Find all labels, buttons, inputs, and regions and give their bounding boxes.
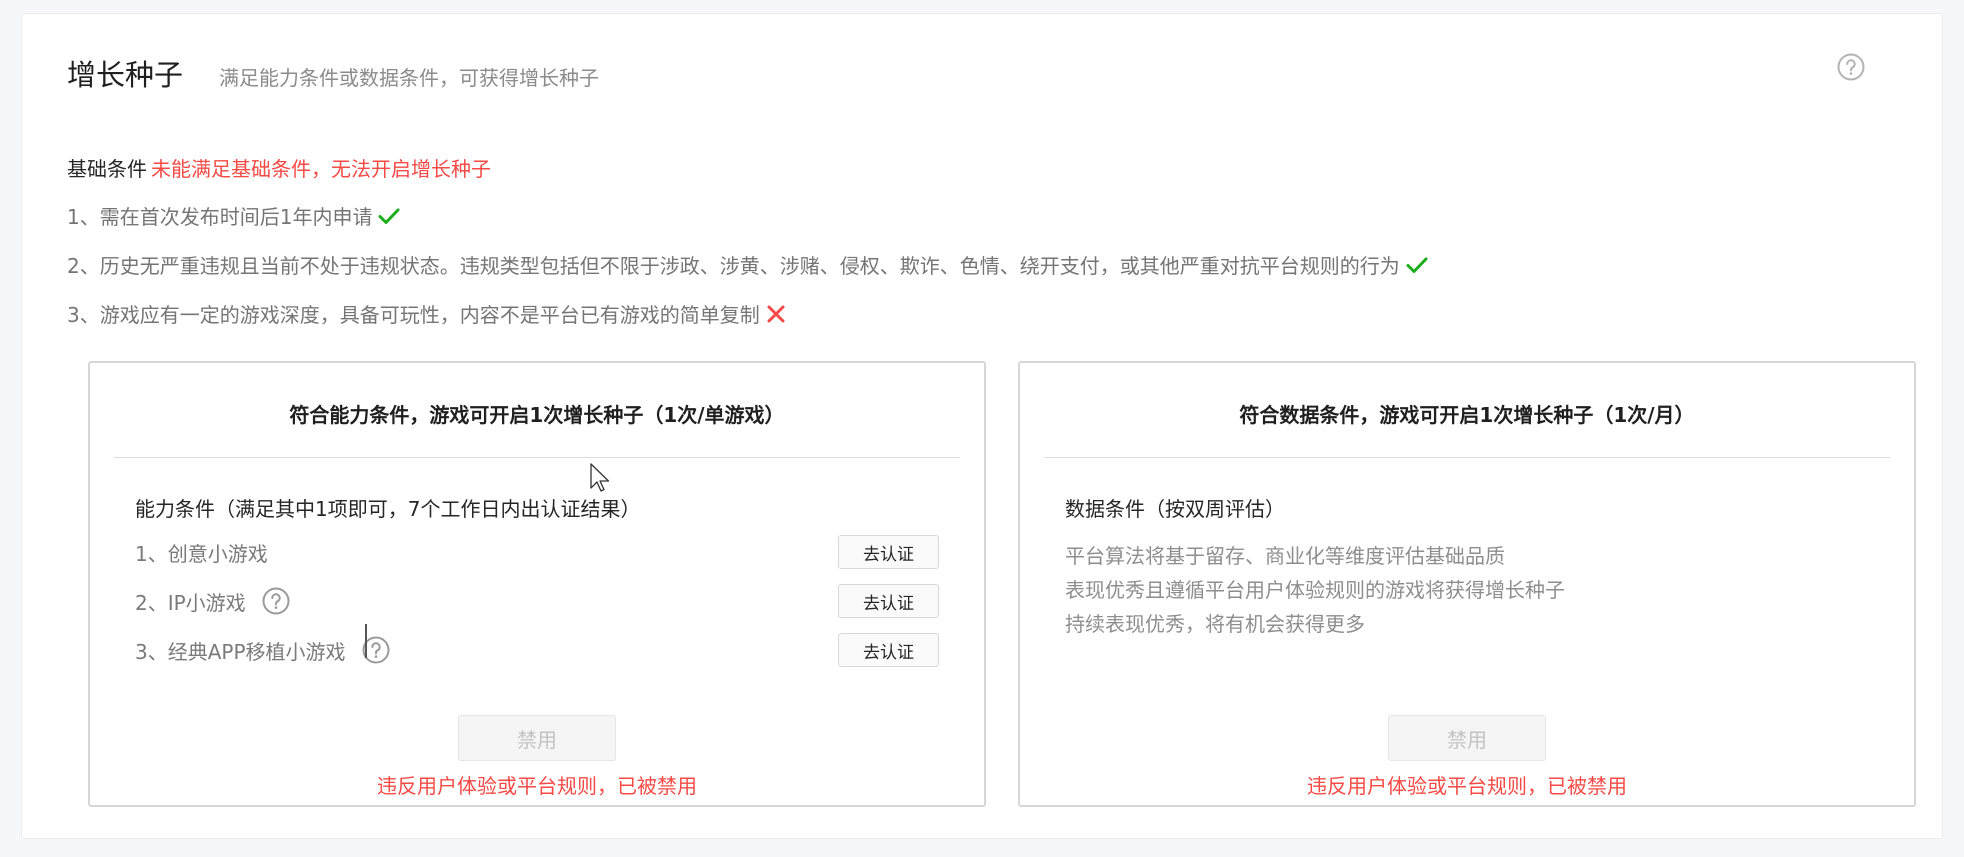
condition-text: 2、历史无严重违规且当前不处于违规状态。违规类型包括但不限于涉政、涉黄、涉赌、侵…	[67, 254, 1400, 278]
card-divider	[1044, 457, 1890, 458]
check-icon	[1406, 257, 1428, 273]
question-circle-icon[interactable]	[262, 587, 290, 615]
disabled-button[interactable]: 禁用	[1388, 715, 1546, 761]
header: 增长种子 满足能力条件或数据条件，可获得增长种子	[67, 52, 599, 94]
page-title: 增长种子	[67, 58, 184, 92]
section-title: 数据条件（按双周评估）	[1065, 497, 1285, 521]
basic-condition-label: 基础条件	[67, 157, 147, 181]
ability-condition-card: 符合能力条件，游戏可开启1次增长种子（1次/单游戏） 能力条件（满足其中1项即可…	[88, 361, 986, 807]
ban-notice: 违反用户体验或平台规则，已被禁用	[1307, 774, 1627, 798]
ability-item-creative: 1、创意小游戏 去认证	[135, 535, 939, 569]
certify-button[interactable]: 去认证	[838, 633, 939, 667]
disabled-button[interactable]: 禁用	[458, 715, 616, 761]
text-cursor-icon	[365, 624, 367, 658]
data-condition-card: 符合数据条件，游戏可开启1次增长种子（1次/月） 数据条件（按双周评估） 平台算…	[1018, 361, 1916, 807]
certify-button[interactable]: 去认证	[838, 584, 939, 618]
check-icon	[378, 208, 400, 224]
growth-seed-panel: 增长种子 满足能力条件或数据条件，可获得增长种子 基础条件 未能满足基础条件，无法…	[21, 13, 1943, 839]
card-title: 符合数据条件，游戏可开启1次增长种子（1次/月）	[1239, 403, 1695, 427]
ability-label: 1、创意小游戏	[135, 541, 268, 566]
page-subtitle: 满足能力条件或数据条件，可获得增长种子	[219, 66, 600, 90]
basic-condition-3: 3、游戏应有一定的游戏深度，具备可玩性，内容不是平台已有游戏的简单复制	[67, 299, 786, 328]
condition-text: 3、游戏应有一定的游戏深度，具备可玩性，内容不是平台已有游戏的简单复制	[67, 303, 760, 327]
ability-label-wrap: 3、经典APP移植小游戏	[135, 636, 390, 665]
certify-button[interactable]: 去认证	[838, 535, 939, 569]
ability-label: 2、IP小游戏	[135, 590, 246, 615]
description-line: 表现优秀且遵循平台用户体验规则的游戏将获得增长种子	[1065, 578, 1565, 602]
ability-label-wrap: 2、IP小游戏	[135, 587, 290, 616]
ban-notice: 违反用户体验或平台规则，已被禁用	[377, 774, 697, 798]
ability-item-ip: 2、IP小游戏 去认证	[135, 584, 939, 618]
ability-label: 3、经典APP移植小游戏	[135, 639, 346, 664]
basic-condition-2: 2、历史无严重违规且当前不处于违规状态。违规类型包括但不限于涉政、涉黄、涉赌、侵…	[67, 250, 1428, 279]
card-divider	[114, 457, 960, 458]
condition-text: 1、需在首次发布时间后1年内申请	[67, 205, 373, 229]
ability-item-classic-app: 3、经典APP移植小游戏 去认证	[135, 633, 939, 667]
basic-condition-1: 1、需在首次发布时间后1年内申请	[67, 201, 400, 230]
cross-icon	[767, 305, 785, 322]
mouse-cursor-icon	[590, 463, 610, 492]
section-title: 能力条件（满足其中1项即可，7个工作日内出认证结果）	[135, 497, 641, 521]
card-title: 符合能力条件，游戏可开启1次增长种子（1次/单游戏）	[289, 403, 785, 427]
help-question-icon[interactable]	[1837, 53, 1865, 81]
basic-condition-line: 基础条件 未能满足基础条件，无法开启增长种子	[67, 153, 491, 182]
basic-condition-warning: 未能满足基础条件，无法开启增长种子	[151, 157, 491, 181]
description-line: 平台算法将基于留存、商业化等维度评估基础品质	[1065, 544, 1505, 568]
description-line: 持续表现优秀，将有机会获得更多	[1065, 612, 1365, 636]
